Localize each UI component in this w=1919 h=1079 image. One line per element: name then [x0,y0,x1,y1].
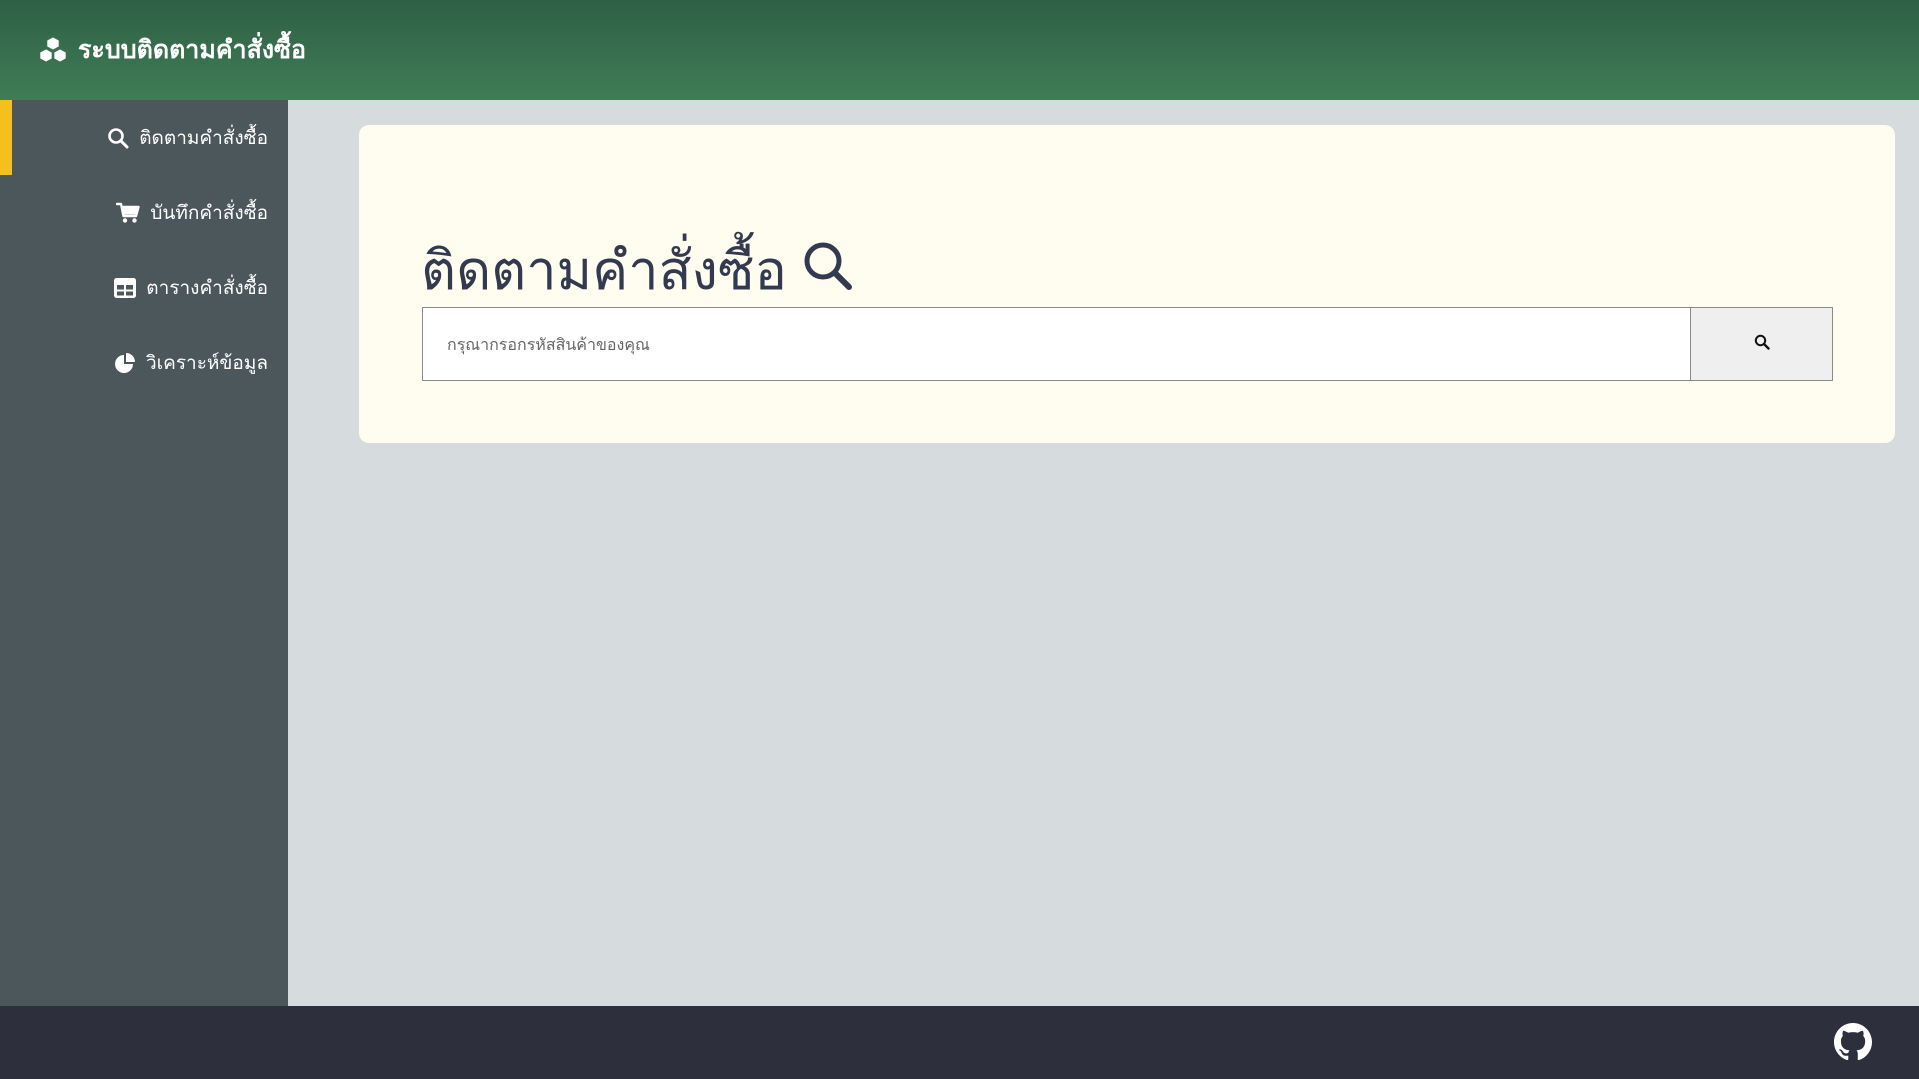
sidebar-item-track-orders[interactable]: ติดตามคำสั่งซื้อ [0,100,288,175]
track-order-card: ติดตามคำสั่งซื้อ [359,125,1895,443]
sidebar-item-label: บันทึกคำสั่งซื้อ [150,201,268,224]
table-icon [114,277,137,298]
sidebar-item-order-table[interactable]: ตารางคำสั่งซื้อ [0,250,288,325]
brand[interactable]: ระบบติดตามคำสั่งซื้อ [38,30,306,70]
footer [0,1006,1919,1079]
sidebar-item-label: ติดตามคำสั่งซื้อ [139,126,268,149]
search-icon [801,239,855,302]
pie-chart-icon [114,352,136,374]
product-code-input[interactable] [422,307,1691,381]
github-link[interactable] [1834,1023,1872,1061]
sidebar: ติดตามคำสั่งซื้อ บันทึกคำสั่งซื้อ ตารางค… [0,100,288,1006]
app-title: ระบบติดตามคำสั่งซื้อ [78,35,307,64]
main-content: ติดตามคำสั่งซื้อ [288,100,1919,1006]
sidebar-item-data-analysis[interactable]: วิเคราะห์ข้อมูล [0,325,288,400]
search-icon [107,127,129,149]
sidebar-item-label: วิเคราะห์ข้อมูล [145,351,268,374]
search-icon [1754,334,1770,354]
search-button[interactable] [1691,307,1833,381]
page-title-row: ติดตามคำสั่งซื้อ [421,239,855,302]
sidebar-item-label: ตารางคำสั่งซื้อ [146,276,268,299]
github-icon [1834,1023,1872,1065]
search-form [422,307,1833,381]
cart-icon [116,202,141,224]
cubes-icon [38,35,68,65]
app-header: ระบบติดตามคำสั่งซื้อ [0,0,1919,100]
sidebar-item-record-orders[interactable]: บันทึกคำสั่งซื้อ [0,175,288,250]
page-title: ติดตามคำสั่งซื้อ [421,238,787,302]
